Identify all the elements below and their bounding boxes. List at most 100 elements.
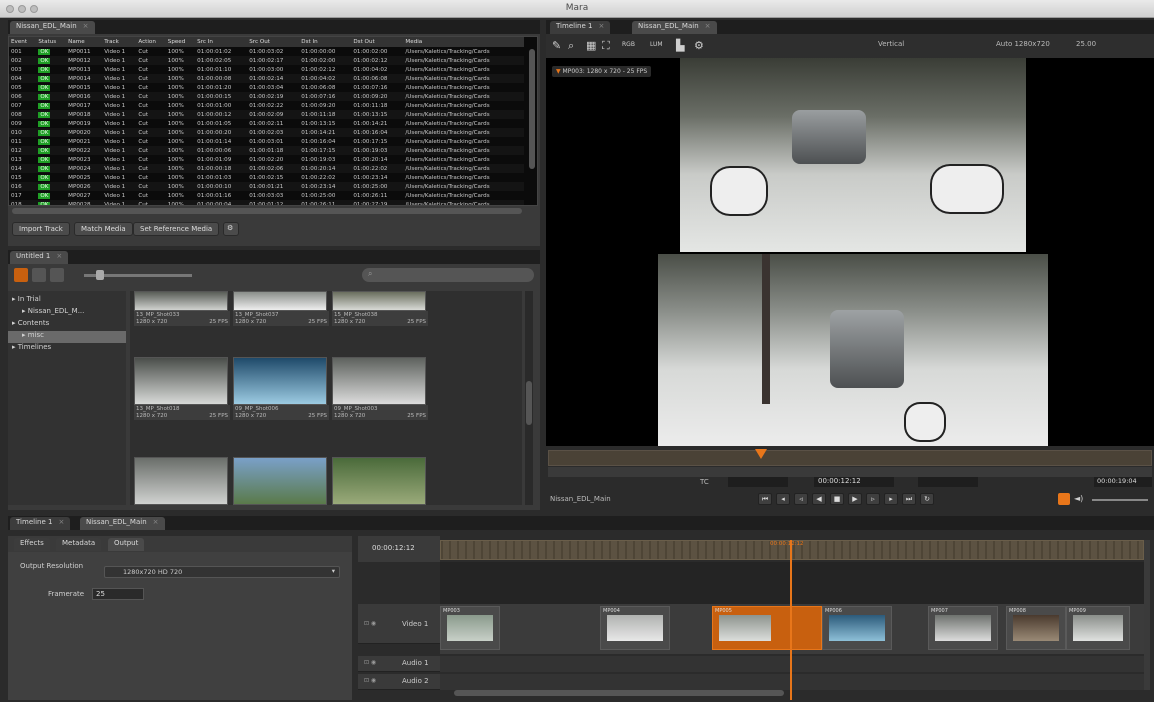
table-row[interactable]: 006 OK MP0016 Video 1 Cut 100% 01:00:00:15 01:0… [9, 92, 524, 101]
bin-scrollbar[interactable] [525, 291, 533, 505]
zoom-icon[interactable]: ⌕ [568, 39, 574, 53]
track-header-video-1[interactable]: ⊡ ◉ Video 1 [358, 604, 440, 644]
table-row[interactable]: 015 OK MP0025 Video 1 Cut 100% 01:00:01:03 01:0… [9, 173, 524, 182]
table-row[interactable]: 009 OK MP0019 Video 1 Cut 100% 01:00:01:05 01:0… [9, 119, 524, 128]
go-to-start-button[interactable]: ⏮ [758, 493, 772, 505]
column-header[interactable]: Dst In [299, 37, 352, 47]
rgb-channel-icon[interactable]: RGB [622, 41, 635, 48]
tree-item[interactable]: ▸ In Trial [8, 295, 126, 307]
luma-channel-icon[interactable]: LUM [650, 41, 663, 48]
edl-event-table[interactable]: Event Status Name Track Action Speed Src In Src… [8, 36, 538, 206]
step-back-button[interactable]: ◂ [776, 493, 790, 505]
playhead-icon[interactable] [755, 449, 767, 459]
frame-back-button[interactable]: ◃ [794, 493, 808, 505]
bin-clip-thumbnail[interactable]: 13_MP_Shot018 1280 x 720 25 FPS [134, 357, 230, 420]
timeline-clip[interactable]: MP006 [822, 606, 892, 650]
tab-metadata[interactable]: Metadata [56, 538, 102, 551]
framerate-input[interactable]: 25 [92, 588, 144, 600]
tree-item[interactable]: ▸ misc [8, 331, 126, 343]
match-media-button[interactable]: Match Media [74, 222, 133, 236]
timeline-clip[interactable]: MP007 [928, 606, 998, 650]
table-row[interactable]: 001 OK MP0011 Video 1 Cut 100% 01:00:01:02 01:0… [9, 47, 524, 56]
fit-mode-select[interactable]: Vertical [878, 40, 904, 48]
table-row[interactable]: 016 OK MP0026 Video 1 Cut 100% 01:00:00:10 01:0… [9, 182, 524, 191]
resolution-select[interactable]: Auto 1280x720 [996, 40, 1050, 48]
thumbnail-view-icon[interactable] [14, 268, 28, 282]
table-row[interactable]: 005 OK MP0015 Video 1 Cut 100% 01:00:01:20 01:0… [9, 83, 524, 92]
bin-clip-thumbnail[interactable] [233, 457, 329, 505]
table-row[interactable]: 011 OK MP0021 Video 1 Cut 100% 01:00:01:14 01:0… [9, 137, 524, 146]
pen-icon[interactable]: ✎ [552, 39, 561, 52]
bin-clip-thumbnail[interactable]: 13_MP_Shot037 1280 x 720 25 FPS [233, 291, 329, 326]
timeline-clip[interactable]: MP003 [440, 606, 500, 650]
detail-view-icon[interactable] [50, 268, 64, 282]
table-scrollbar[interactable] [529, 49, 535, 169]
bin-clip-thumbnail[interactable]: 09_MP_Shot003 1280 x 720 25 FPS [332, 357, 428, 420]
bin-tree[interactable]: ▸ In Trial ▸ Nissan_EDL_M... ▸ Contents ▸ m… [8, 291, 126, 505]
step-forward-button[interactable]: ▸ [884, 493, 898, 505]
bin-clip-thumbnail[interactable]: 15_MP_Shot038 1280 x 720 25 FPS [332, 291, 428, 326]
in-point-field[interactable] [728, 477, 788, 487]
slider-handle[interactable] [96, 270, 104, 280]
end-timecode-field[interactable]: 00:00:19:04 [1094, 477, 1152, 487]
column-header[interactable]: Track [102, 37, 137, 47]
tab-effects[interactable]: Effects [14, 538, 50, 551]
audio-2-lane[interactable] [440, 674, 1144, 690]
track-header-audio-2[interactable]: ⊡ ◉ Audio 2 [358, 674, 440, 690]
frame-forward-button[interactable]: ▹ [866, 493, 880, 505]
loop-button[interactable]: ↻ [920, 493, 934, 505]
column-header[interactable]: Src In [195, 37, 248, 47]
table-row[interactable]: 018 OK MP0028 Video 1 Cut 100% 01:00:00:04 01:0… [9, 200, 524, 205]
table-row[interactable]: 012 OK MP0022 Video 1 Cut 100% 01:00:00:06 01:0… [9, 146, 524, 155]
column-header[interactable]: Action [136, 37, 166, 47]
out-point-field[interactable] [918, 477, 978, 487]
timeline-v-scrollbar[interactable] [1144, 540, 1150, 690]
list-view-icon[interactable] [32, 268, 46, 282]
table-row[interactable]: 003 OK MP0013 Video 1 Cut 100% 01:00:01:10 01:0… [9, 65, 524, 74]
timeline-clip[interactable]: MP008 [1006, 606, 1066, 650]
import-track-button[interactable]: Import Track [12, 222, 70, 236]
play-button[interactable]: ▶ [848, 493, 862, 505]
tree-item[interactable]: ▸ Nissan_EDL_M... [8, 307, 126, 319]
tree-item[interactable]: ▸ Timelines [8, 343, 126, 355]
table-row[interactable]: 017 OK MP0027 Video 1 Cut 100% 01:00:01:16 01:0… [9, 191, 524, 200]
column-header[interactable]: Event [9, 37, 37, 47]
play-reverse-button[interactable]: ◀ [812, 493, 826, 505]
tab-nissan-edl-bottom[interactable]: Nissan_EDL_Main × [80, 517, 165, 530]
timeline-clip-selected[interactable]: MP005 [712, 606, 822, 650]
zoom-level[interactable]: 25.00 [1076, 40, 1096, 48]
timeline-clip[interactable]: MP004 [600, 606, 670, 650]
record-icon[interactable] [1058, 493, 1070, 505]
tab-timeline-1-bottom[interactable]: Timeline 1 × [10, 517, 71, 530]
column-header[interactable]: Speed [165, 37, 196, 47]
timeline-playhead[interactable] [790, 540, 792, 700]
timeline-h-scrollbar[interactable] [454, 690, 784, 696]
column-header[interactable]: Dst Out [351, 37, 404, 47]
tab-output[interactable]: Output [108, 538, 145, 551]
bin-clip-thumbnail[interactable] [332, 457, 428, 505]
output-resolution-select[interactable]: 1280x720 HD 720 ▾ [104, 566, 340, 578]
tab-edl[interactable]: Nissan_EDL_Main × [10, 21, 95, 34]
column-header[interactable]: Status [36, 37, 67, 47]
close-tab-icon[interactable]: × [83, 22, 89, 30]
volume-icon[interactable]: ◄) [1074, 494, 1083, 503]
timeline-clip[interactable]: MP009 [1066, 606, 1130, 650]
search-input[interactable]: ⌕ [362, 268, 534, 282]
table-row[interactable]: 002 OK MP0012 Video 1 Cut 100% 01:00:02:05 01:0… [9, 56, 524, 65]
viewer-timeline-ruler[interactable] [548, 449, 1152, 466]
stop-button[interactable]: ■ [830, 493, 844, 505]
video-viewer[interactable]: ▼ MP003: 1280 x 720 - 25 FPS [546, 58, 1154, 446]
tab-timeline-1[interactable]: Timeline 1 × [550, 21, 611, 34]
bin-thumbnails[interactable]: 13_MP_Shot033 1280 x 720 25 FPS 13_MP_Shot0… [130, 291, 522, 505]
histogram-icon[interactable]: ▙ [676, 39, 684, 52]
audio-1-lane[interactable] [440, 656, 1144, 672]
column-header[interactable]: Name [66, 37, 103, 47]
go-to-end-button[interactable]: ⏭ [902, 493, 916, 505]
set-reference-media-button[interactable]: Set Reference Media [133, 222, 220, 236]
grid-icon[interactable]: ▦ [586, 39, 596, 52]
table-h-scrollbar[interactable] [12, 208, 522, 214]
bin-clip-thumbnail[interactable]: 09_MP_Shot006 1280 x 720 25 FPS [233, 357, 329, 420]
table-row[interactable]: 004 OK MP0014 Video 1 Cut 100% 01:00:00:08 01:0… [9, 74, 524, 83]
close-tab-icon[interactable]: × [56, 252, 62, 260]
table-row[interactable]: 013 OK MP0023 Video 1 Cut 100% 01:00:01:09 01:0… [9, 155, 524, 164]
